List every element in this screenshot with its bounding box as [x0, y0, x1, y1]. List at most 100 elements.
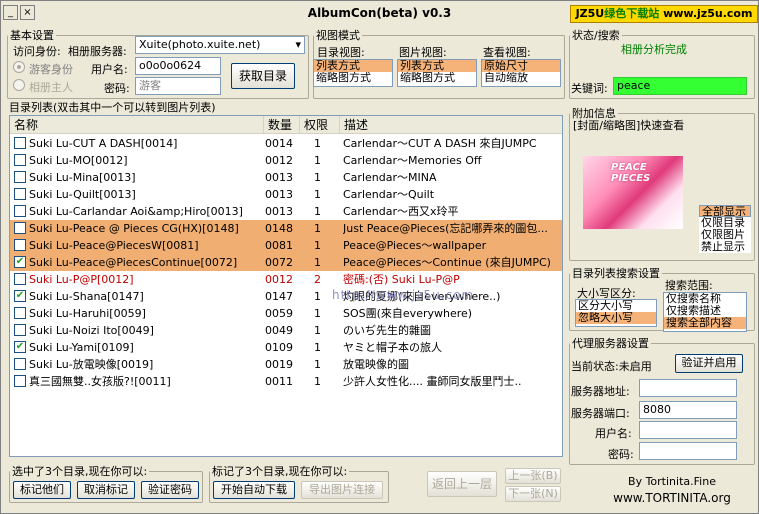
- username-field[interactable]: o0o0o0624: [135, 57, 221, 75]
- filter-images[interactable]: 仅限图片: [699, 229, 751, 241]
- case-ignore-option[interactable]: 忽略大小写: [576, 312, 656, 324]
- table-row[interactable]: Suki Lu-P@P[0012] 0012 2 密碼:(否) Suki Lu-P@P: [10, 271, 562, 288]
- scope-all-option[interactable]: 搜索全部内容: [664, 317, 746, 329]
- look-view-label: 查看视图:: [483, 46, 531, 59]
- col-perm[interactable]: 权限: [300, 116, 340, 134]
- table-row[interactable]: ✔ Suki Lu-Yami[0109] 0109 1 ヤミと帽子本の旅人: [10, 339, 562, 356]
- row-checkbox[interactable]: [14, 307, 26, 319]
- row-checkbox[interactable]: [14, 205, 26, 217]
- server-select[interactable]: Xuite(photo.xuite.net) ▾: [135, 36, 305, 54]
- row-count: 0109: [265, 341, 293, 354]
- table-row[interactable]: Suki Lu-Peace @ Pieces CG(HX)[0148] 0148 1…: [10, 220, 562, 237]
- credit-site[interactable]: www.TORTINITA.org: [601, 491, 743, 505]
- look-view-option-original[interactable]: 原始尺寸: [482, 60, 560, 72]
- back-button[interactable]: 返回上一层: [427, 471, 497, 497]
- scope-desc-option[interactable]: 仅搜索描述: [664, 305, 746, 317]
- filter-none[interactable]: 禁止显示: [699, 241, 751, 253]
- scope-name-option[interactable]: 仅搜索名称: [664, 293, 746, 305]
- row-name: Suki Lu-CUT A DASH[0014]: [29, 137, 178, 150]
- filter-all[interactable]: 全部显示: [699, 205, 751, 217]
- selected-legend: 选中了3个目录,现在你可以:: [12, 465, 148, 478]
- row-checkbox[interactable]: [14, 137, 26, 149]
- table-row[interactable]: Suki Lu-MO[0012] 0012 1 Carlendar～Memories …: [10, 152, 562, 169]
- proxy-addr-field[interactable]: [639, 379, 737, 397]
- table-row[interactable]: Suki Lu-Mina[0013] 0013 1 Carlendar～MINA: [10, 169, 562, 186]
- row-checkbox[interactable]: ✔: [14, 290, 26, 302]
- case-sensitive-option[interactable]: 区分大小写: [576, 300, 656, 312]
- mark-dirs-button[interactable]: 标记他们: [13, 481, 71, 499]
- row-checkbox[interactable]: [14, 154, 26, 166]
- row-desc: Carlendar～Memories Off: [343, 154, 482, 167]
- row-checkbox[interactable]: [14, 324, 26, 336]
- row-name: Suki Lu-P@P[0012]: [29, 273, 134, 286]
- dir-view-option-thumb[interactable]: 缩略图方式: [314, 72, 392, 84]
- img-view-label: 图片视图:: [399, 46, 447, 59]
- row-count: 0012: [265, 273, 293, 286]
- row-perm: 1: [314, 290, 321, 303]
- row-name: Suki Lu-Peace@PiecesContinue[0072]: [29, 256, 238, 269]
- filter-dirs[interactable]: 仅限目录: [699, 217, 751, 229]
- server-label: 相册服务器:: [68, 45, 127, 58]
- brand-banner[interactable]: JZ5U绿色下载站 www.jz5u.com: [570, 5, 758, 23]
- img-view-option-list[interactable]: 列表方式: [398, 60, 476, 72]
- row-perm: 1: [314, 358, 321, 371]
- col-name[interactable]: 名称: [10, 116, 264, 134]
- verify-enable-button[interactable]: 验证并启用: [675, 354, 743, 373]
- row-checkbox[interactable]: ✔: [14, 341, 26, 353]
- scope-list[interactable]: 仅搜索名称 仅搜索描述 搜索全部内容: [663, 292, 747, 332]
- unmark-button[interactable]: 取消标记: [77, 481, 135, 499]
- cover-thumbnail[interactable]: PEACE PIECES: [583, 156, 683, 229]
- row-checkbox[interactable]: [14, 188, 26, 200]
- password-field[interactable]: 游客: [135, 77, 221, 95]
- next-button[interactable]: 下一张(N): [505, 486, 561, 502]
- col-desc[interactable]: 描述: [340, 116, 556, 134]
- table-row[interactable]: Suki Lu-Peace@PiecesW[0081] 0081 1 Peace@Pi…: [10, 237, 562, 254]
- row-checkbox[interactable]: [14, 239, 26, 251]
- case-list[interactable]: 区分大小写 忽略大小写: [575, 299, 657, 327]
- row-checkbox[interactable]: [14, 273, 26, 285]
- row-count: 0059: [265, 307, 293, 320]
- brand-green: 绿色下载站: [604, 7, 660, 20]
- table-header: 名称 数量 权限 描述: [10, 116, 562, 134]
- table-row[interactable]: Suki Lu-Quilt[0013] 0013 1 Carlendar～Quilt: [10, 186, 562, 203]
- minimize-button[interactable]: _: [3, 5, 18, 20]
- verify-password-button[interactable]: 验证密码: [141, 481, 199, 499]
- guest-radio[interactable]: [13, 61, 25, 73]
- proxy-pass-field[interactable]: [639, 442, 737, 460]
- start-download-button[interactable]: 开始自动下载: [213, 481, 295, 499]
- img-view-list[interactable]: 列表方式 缩略图方式: [397, 59, 477, 87]
- close-icon[interactable]: ×: [20, 5, 35, 20]
- table-row[interactable]: Suki Lu-Noizi Ito[0049] 0049 1 のいぢ先生的雜圖: [10, 322, 562, 339]
- proxy-port-field[interactable]: 8080: [639, 401, 737, 419]
- proxy-user-field[interactable]: [639, 421, 737, 439]
- dir-view-label: 目录视图:: [317, 46, 365, 59]
- row-checkbox[interactable]: [14, 171, 26, 183]
- table-row[interactable]: Suki Lu-CUT A DASH[0014] 0014 1 Carlendar～C…: [10, 135, 562, 152]
- img-view-option-thumb[interactable]: 缩略图方式: [398, 72, 476, 84]
- look-view-list[interactable]: 原始尺寸 自动缩放: [481, 59, 561, 87]
- row-checkbox[interactable]: [14, 358, 26, 370]
- owner-radio[interactable]: [13, 79, 25, 91]
- table-row[interactable]: Suki Lu-Haruhi[0059] 0059 1 SOS團(來自everywhe…: [10, 305, 562, 322]
- fetch-directory-button[interactable]: 获取目录: [231, 63, 295, 89]
- dir-view-list[interactable]: 列表方式 缩略图方式: [313, 59, 393, 87]
- prev-button[interactable]: 上一张(B): [505, 468, 561, 484]
- row-desc: Peace@Pieces～wallpaper: [343, 239, 487, 252]
- table-row[interactable]: Suki Lu-放電映像[0019] 0019 1 放電映像的圖: [10, 356, 562, 373]
- col-count[interactable]: 数量: [264, 116, 300, 134]
- row-checkbox[interactable]: [14, 375, 26, 387]
- table-row[interactable]: Suki Lu-Carlandar Aoi&amp;Hiro[0013] 0013…: [10, 203, 562, 220]
- table-row[interactable]: ✔ Suki Lu-Peace@PiecesContinue[0072] 0072 1…: [10, 254, 562, 271]
- dir-view-option-list[interactable]: 列表方式: [314, 60, 392, 72]
- row-checkbox[interactable]: [14, 222, 26, 234]
- preview-filter-list[interactable]: 全部显示 仅限目录 仅限图片 禁止显示: [699, 205, 751, 257]
- directory-table[interactable]: 名称 数量 权限 描述 Suki Lu-CUT A DASH[0014] 0014…: [9, 115, 563, 457]
- chevron-down-icon: ▾: [295, 38, 301, 51]
- row-checkbox[interactable]: ✔: [14, 256, 26, 268]
- row-name: Suki Lu-Yami[0109]: [29, 341, 134, 354]
- table-row[interactable]: ✔ Suki Lu-Shana[0147] 0147 1 灼眼的夏娜(來自everywh…: [10, 288, 562, 305]
- look-view-option-auto[interactable]: 自动缩放: [482, 72, 560, 84]
- export-links-button[interactable]: 导出图片连接: [301, 481, 383, 499]
- table-row[interactable]: 真三國無雙..女孩版?![0011] 0011 1 少許人女性化.... 畫師同女版里…: [10, 373, 562, 390]
- keyword-input[interactable]: peace: [613, 77, 747, 95]
